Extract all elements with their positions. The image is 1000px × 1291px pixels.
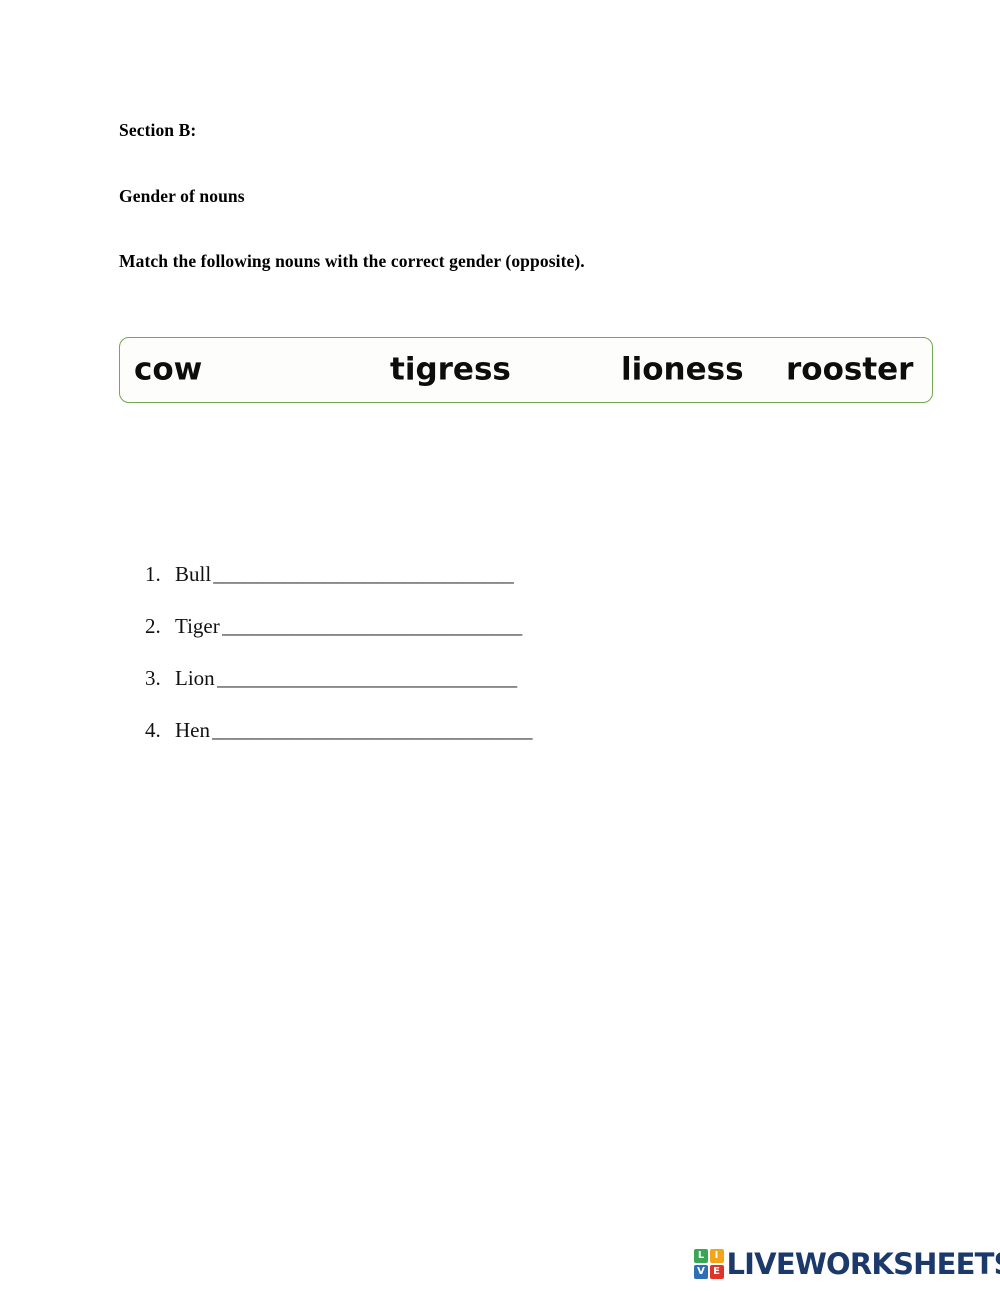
answer-blank[interactable]: ______________________________ [222,614,556,638]
question-number: 3. [145,666,161,690]
word-bank-content: cow tigress lioness rooster [120,338,932,402]
worksheet-page: Section B: Gender of nouns Match the fol… [0,0,1000,1291]
question-number: 1. [145,562,161,586]
question-number: 4. [145,718,161,742]
answer-blank[interactable]: ________________________________ [212,718,564,742]
question-row: 4. Hen ________________________________ [145,718,705,770]
logo-tile-l: L [694,1249,708,1264]
topic-heading: Gender of nouns [119,186,245,206]
section-heading: Section B: [119,120,197,140]
word-bank-item-lioness[interactable]: lioness [621,354,744,386]
word-bank-item-tigress[interactable]: tigress [390,354,511,386]
word-bank-item-rooster[interactable]: rooster [786,354,913,386]
liveworksheets-wordmark: LIVEWORKSHEETS [726,1246,1000,1281]
liveworksheets-logo[interactable]: L I V E LIVEWORKSHEETS [694,1246,1000,1282]
logo-tile-v: V [694,1264,708,1279]
answer-blank[interactable]: ______________________________ [213,562,543,586]
logo-tile-e: E [709,1264,724,1279]
question-word: Tiger [175,614,220,638]
question-list: 1. Bull ______________________________ 2… [145,562,705,770]
logo-tile-i: I [709,1249,724,1264]
question-row: 1. Bull ______________________________ [145,562,705,614]
answer-blank[interactable]: ______________________________ [217,666,547,690]
question-word: Lion [175,666,215,690]
question-number: 2. [145,614,161,638]
question-row: 2. Tiger ______________________________ [145,614,705,666]
word-bank-item-cow[interactable]: cow [134,354,202,386]
question-row: 3. Lion ______________________________ [145,666,705,718]
question-word: Bull [175,562,212,586]
question-word: Hen [175,718,210,742]
liveworksheets-logo-icon: L I V E [694,1249,724,1279]
word-bank-box: cow tigress lioness rooster [119,337,933,403]
instruction-text: Match the following nouns with the corre… [119,251,585,271]
